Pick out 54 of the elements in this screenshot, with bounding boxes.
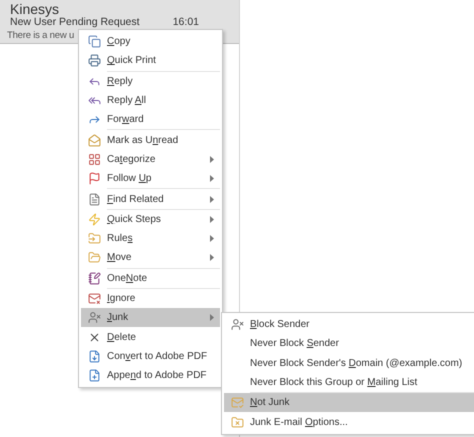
menu-item-label: Convert to Adobe PDF [107, 350, 208, 364]
menu-item-label: Mark as Unread [107, 134, 178, 148]
menu-item[interactable]: Junk [81, 308, 220, 328]
mail-subject: New User Pending Request [10, 17, 140, 28]
menu-item-label: Not Junk [250, 396, 290, 410]
printer-icon [88, 54, 100, 68]
menu-item-label: Junk E-mail Options... [250, 416, 348, 430]
document-icon [88, 192, 100, 206]
mail-preview: There is a new u [7, 30, 74, 42]
menu-item-label: Never Block this Group or Mailing List [250, 376, 418, 390]
open-envelope-icon [88, 134, 100, 147]
menu-item-label: Categorize [107, 152, 156, 167]
menu-item-label: Forward [107, 113, 144, 128]
menu-item-label: Rules [107, 232, 133, 246]
menu-item-label: Delete [107, 330, 136, 345]
menu-item[interactable]: Not Junk [224, 393, 474, 412]
document-icon [88, 369, 100, 382]
menu-item-label: Never Block Sender [250, 337, 339, 352]
submenu-arrow-icon [210, 216, 214, 223]
lightning-icon [88, 212, 100, 226]
submenu-arrow-icon [210, 254, 214, 262]
person-blocked-icon [230, 318, 244, 332]
menu-item-label: OneNote [107, 272, 148, 286]
menu-item-label: Reply All [107, 94, 146, 108]
copy-icon [88, 35, 100, 48]
x-icon [88, 330, 100, 344]
menu-item-label: Quick Steps [107, 212, 161, 227]
folder-blocked-icon [230, 416, 244, 429]
menu-item-label: Quick Print [107, 54, 156, 68]
folder-icon [88, 251, 100, 264]
menu-item-label: Append to Adobe PDF [107, 369, 207, 384]
menu-item-label: Block Sender [250, 318, 310, 332]
mail-sender: Kinesys [10, 0, 60, 17]
notebook-icon [88, 272, 100, 285]
folder-icon [88, 232, 100, 246]
envelope-x-icon [88, 292, 100, 305]
menu-item-label: Junk [107, 311, 128, 326]
menu-item-label: Follow Up [107, 172, 152, 186]
menu-item-label: Move [107, 251, 132, 266]
mail-time: 16:01 [172, 17, 199, 28]
menu-item-label: Never Block Sender's Domain (@example.com) [250, 356, 462, 371]
submenu-arrow-icon [210, 314, 214, 322]
menu-item-label: Find Related [107, 192, 164, 207]
submenu-arrow-icon [210, 156, 214, 163]
flag-icon [88, 172, 100, 186]
envelope-check-icon [230, 396, 244, 410]
submenu-arrow-icon [210, 196, 214, 203]
grid-icon [88, 152, 100, 166]
submenu-arrow-icon [210, 175, 214, 182]
person-blocked-icon [88, 311, 100, 324]
submenu-arrow-icon [210, 235, 214, 242]
menu-item-label: Ignore [107, 292, 136, 306]
menu-item-label: Reply [107, 74, 133, 89]
document-icon [88, 350, 100, 363]
